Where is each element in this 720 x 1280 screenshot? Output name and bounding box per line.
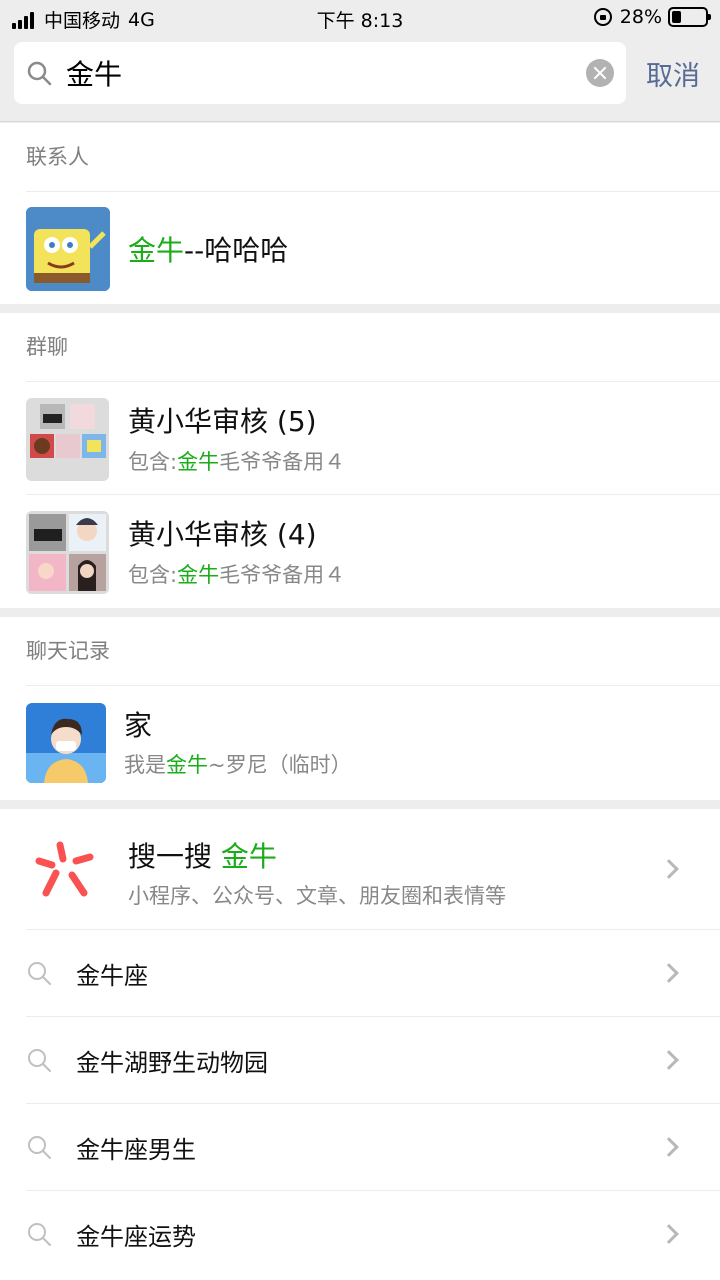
contacts-section: 联系人 金牛--哈哈哈 — [0, 123, 720, 304]
search-icon — [28, 1049, 51, 1072]
souyisou-description: 小程序、公众号、文章、朋友圈和表情等 — [128, 884, 506, 908]
orientation-lock-icon — [593, 8, 612, 26]
search-icon — [28, 1136, 51, 1159]
chevron-right-icon — [659, 1224, 679, 1244]
contact-name: 金牛--哈哈哈 — [128, 234, 289, 267]
suggestion-text: 金牛座 — [76, 962, 148, 990]
search-suggestions-section: 搜一搜 金牛 小程序、公众号、文章、朋友圈和表情等 金牛座 金牛湖野生动物园 金… — [0, 809, 720, 1280]
group-name: 黄小华审核 (4) — [128, 518, 317, 551]
section-header: 聊天记录 — [26, 617, 720, 686]
suggestion-text: 金牛座运势 — [76, 1223, 196, 1251]
chat-row[interactable]: 家 我是金牛~罗尼（临时） — [26, 686, 720, 800]
group-row[interactable]: 黄小华审核 (4) 包含:金牛毛爷爷备用４ — [26, 495, 720, 608]
search-icon — [28, 1223, 51, 1246]
battery-percent: 28% — [619, 6, 662, 28]
search-icon — [28, 962, 51, 985]
clear-icon[interactable] — [586, 59, 614, 87]
search-input[interactable] — [66, 50, 576, 96]
search-icon — [27, 61, 52, 86]
chat-name: 家 — [124, 709, 153, 742]
group-members: 包含:金牛毛爷爷备用４ — [128, 450, 346, 474]
search-box[interactable] — [14, 42, 626, 104]
battery-level — [672, 11, 681, 23]
status-right: 28% — [593, 6, 711, 28]
battery-icon — [668, 7, 711, 27]
contacts-title: 联系人 — [26, 145, 89, 169]
chevron-right-icon — [659, 859, 679, 879]
groups-title: 群聊 — [26, 335, 68, 359]
souyisou-icon — [35, 841, 94, 897]
suggestion-row[interactable]: 金牛座运势 — [26, 1191, 720, 1278]
group-avatar — [26, 398, 109, 481]
cancel-button[interactable]: 取消 — [646, 54, 700, 93]
group-avatar — [26, 511, 109, 594]
section-header: 联系人 — [26, 123, 720, 192]
suggestion-row[interactable]: 金牛座男生 — [26, 1104, 720, 1191]
chat-avatar — [26, 703, 106, 783]
chat-message: 我是金牛~罗尼（临时） — [124, 753, 352, 777]
suggestion-text: 金牛座男生 — [76, 1136, 196, 1164]
group-row[interactable]: 黄小华审核 (5) 包含:金牛毛爷爷备用４ — [26, 382, 720, 495]
chevron-right-icon — [659, 1050, 679, 1070]
suggestion-row[interactable]: 金牛湖野生动物园 — [26, 1017, 720, 1104]
souyisou-title: 搜一搜 金牛 — [128, 840, 277, 873]
contact-row[interactable]: 金牛--哈哈哈 — [26, 192, 720, 304]
contact-avatar — [26, 207, 110, 291]
souyisou-row[interactable]: 搜一搜 金牛 小程序、公众号、文章、朋友圈和表情等 — [26, 809, 720, 930]
status-bar: 中国移动 4G 下午 8:13 28% — [0, 0, 720, 36]
section-header: 群聊 — [26, 313, 720, 382]
chats-title: 聊天记录 — [26, 639, 110, 663]
suggestion-row[interactable]: 金牛座 — [26, 930, 720, 1017]
group-members: 包含:金牛毛爷爷备用４ — [128, 563, 346, 587]
chats-section: 聊天记录 家 我是金牛~罗尼（临时） — [0, 617, 720, 800]
groups-section: 群聊 黄小华审核 (5) 包含:金牛毛爷爷备用４ 黄小华审核 (4) 包含:金牛… — [0, 313, 720, 608]
chevron-right-icon — [659, 1137, 679, 1157]
suggestion-text: 金牛湖野生动物园 — [76, 1049, 268, 1077]
group-name: 黄小华审核 (5) — [128, 405, 317, 438]
chevron-right-icon — [659, 963, 679, 983]
search-header: 取消 — [0, 36, 720, 122]
